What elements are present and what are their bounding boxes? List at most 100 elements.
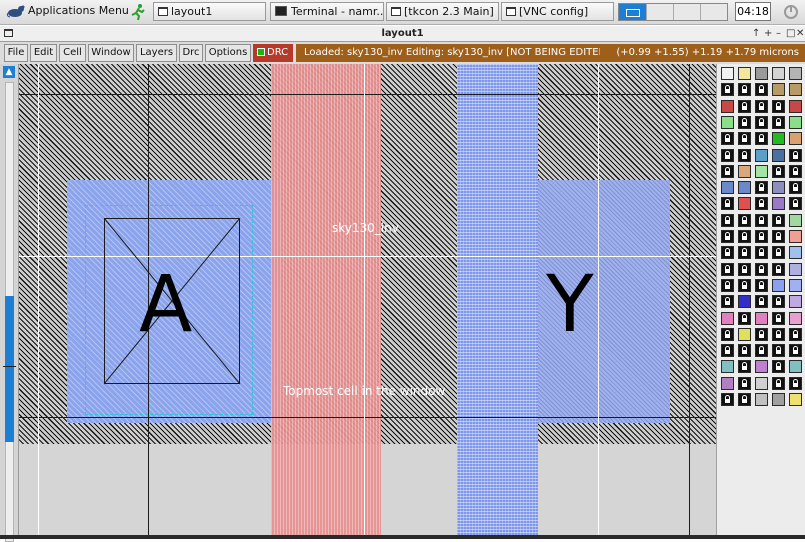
locked-layer-icon[interactable]	[721, 262, 734, 276]
locked-layer-icon[interactable]	[789, 197, 802, 211]
menu-cell[interactable]: Cell	[59, 44, 86, 62]
layer-swatch[interactable]	[789, 115, 802, 129]
locked-layer-icon[interactable]	[755, 197, 768, 211]
layer-swatch[interactable]	[772, 393, 785, 406]
layer-swatch[interactable]	[721, 115, 734, 129]
menu-drc[interactable]: Drc	[179, 44, 203, 62]
layer-swatch[interactable]	[755, 67, 768, 80]
workspace-2[interactable]	[646, 4, 674, 20]
locked-layer-icon[interactable]	[738, 393, 751, 406]
drc-checkbox[interactable]	[257, 48, 265, 56]
layer-swatch[interactable]	[772, 132, 785, 146]
menu-window[interactable]: Window	[88, 44, 134, 62]
layer-swatch[interactable]	[755, 164, 768, 178]
locked-layer-icon[interactable]	[755, 83, 768, 97]
layer-swatch[interactable]	[721, 67, 734, 80]
stick-window-icon[interactable]: +	[764, 27, 772, 40]
taskbar-window-terminal[interactable]: Terminal - namr...	[270, 2, 384, 21]
locked-layer-icon[interactable]	[772, 246, 785, 260]
locked-layer-icon[interactable]	[789, 376, 802, 390]
raise-window-icon[interactable]: ↑	[752, 27, 760, 40]
window-titlebar[interactable]: layout1 ↑ + – □ ✕	[0, 26, 805, 42]
locked-layer-icon[interactable]	[772, 376, 785, 390]
layer-swatch[interactable]	[789, 393, 802, 406]
layer-swatch[interactable]	[772, 197, 785, 211]
locked-layer-icon[interactable]	[738, 132, 751, 146]
locked-layer-icon[interactable]	[721, 278, 734, 292]
layer-swatch[interactable]	[789, 99, 802, 113]
layer-swatch[interactable]	[721, 99, 734, 113]
locked-layer-icon[interactable]	[721, 295, 734, 309]
layer-swatch[interactable]	[738, 181, 751, 195]
locked-layer-icon[interactable]	[738, 311, 751, 325]
locked-layer-icon[interactable]	[772, 99, 785, 113]
locked-layer-icon[interactable]	[755, 278, 768, 292]
drc-toggle[interactable]: DRC	[253, 44, 293, 62]
locked-layer-icon[interactable]	[738, 376, 751, 390]
layer-swatch[interactable]	[789, 246, 802, 260]
locked-layer-icon[interactable]	[721, 230, 734, 243]
vertical-scroller[interactable]: ▲	[0, 64, 19, 542]
layer-swatch[interactable]	[755, 360, 768, 374]
layer-swatch[interactable]	[789, 278, 802, 292]
locked-layer-icon[interactable]	[738, 213, 751, 227]
layer-swatch[interactable]	[789, 262, 802, 276]
locked-layer-icon[interactable]	[721, 393, 734, 406]
locked-layer-icon[interactable]	[721, 148, 734, 162]
layer-swatch[interactable]	[738, 164, 751, 178]
menu-layers[interactable]: Layers	[136, 44, 177, 62]
workspace-3[interactable]	[673, 4, 701, 20]
locked-layer-icon[interactable]	[772, 311, 785, 325]
locked-layer-icon[interactable]	[721, 83, 734, 97]
locked-layer-icon[interactable]	[772, 295, 785, 309]
locked-layer-icon[interactable]	[721, 132, 734, 146]
locked-layer-icon[interactable]	[755, 327, 768, 341]
locked-layer-icon[interactable]	[721, 246, 734, 260]
locked-layer-icon[interactable]	[721, 197, 734, 211]
layer-swatch[interactable]	[789, 132, 802, 146]
layer-swatch[interactable]	[772, 278, 785, 292]
locked-layer-icon[interactable]	[772, 213, 785, 227]
workspace-switcher[interactable]	[618, 3, 728, 21]
locked-layer-icon[interactable]	[738, 278, 751, 292]
layer-swatch[interactable]	[789, 83, 802, 97]
locked-layer-icon[interactable]	[772, 164, 785, 178]
locked-layer-icon[interactable]	[755, 295, 768, 309]
layer-swatch[interactable]	[772, 83, 785, 97]
locked-layer-icon[interactable]	[755, 181, 768, 195]
locked-layer-icon[interactable]	[772, 230, 785, 243]
layer-swatch[interactable]	[721, 360, 734, 374]
workspace-1[interactable]	[619, 4, 646, 20]
workspace-4[interactable]	[700, 4, 728, 20]
locked-layer-icon[interactable]	[789, 344, 802, 358]
locked-layer-icon[interactable]	[772, 344, 785, 358]
taskbar-window-tkcon[interactable]: [tkcon 2.3 Main]	[386, 2, 499, 21]
locked-layer-icon[interactable]	[738, 246, 751, 260]
menu-edit[interactable]: Edit	[30, 44, 57, 62]
locked-layer-icon[interactable]	[721, 344, 734, 358]
layer-swatch[interactable]	[772, 67, 785, 80]
scroll-thumb[interactable]	[5, 296, 14, 442]
layer-swatch[interactable]	[738, 327, 751, 341]
locked-layer-icon[interactable]	[755, 344, 768, 358]
minimize-window-icon[interactable]: –	[776, 27, 781, 40]
menu-file[interactable]: File	[4, 44, 28, 62]
taskbar-window-layout1[interactable]: layout1	[153, 2, 266, 21]
running-man-icon[interactable]	[130, 3, 146, 21]
locked-layer-icon[interactable]	[755, 99, 768, 113]
clock[interactable]: 04:18	[735, 2, 771, 21]
layer-swatch[interactable]	[755, 311, 768, 325]
layer-swatch[interactable]	[755, 376, 768, 390]
layer-swatch[interactable]	[721, 376, 734, 390]
locked-layer-icon[interactable]	[755, 230, 768, 243]
layer-swatch[interactable]	[789, 213, 802, 227]
locked-layer-icon[interactable]	[772, 262, 785, 276]
layer-swatch[interactable]	[721, 311, 734, 325]
locked-layer-icon[interactable]	[738, 360, 751, 374]
layer-swatch[interactable]	[738, 295, 751, 309]
layer-swatch[interactable]	[755, 148, 768, 162]
layer-swatch[interactable]	[772, 181, 785, 195]
scroll-up-arrow-icon[interactable]: ▲	[3, 66, 15, 78]
locked-layer-icon[interactable]	[772, 327, 785, 341]
layout-canvas[interactable]: A Y sky130_inv Topmost cell in the windo…	[19, 64, 716, 539]
